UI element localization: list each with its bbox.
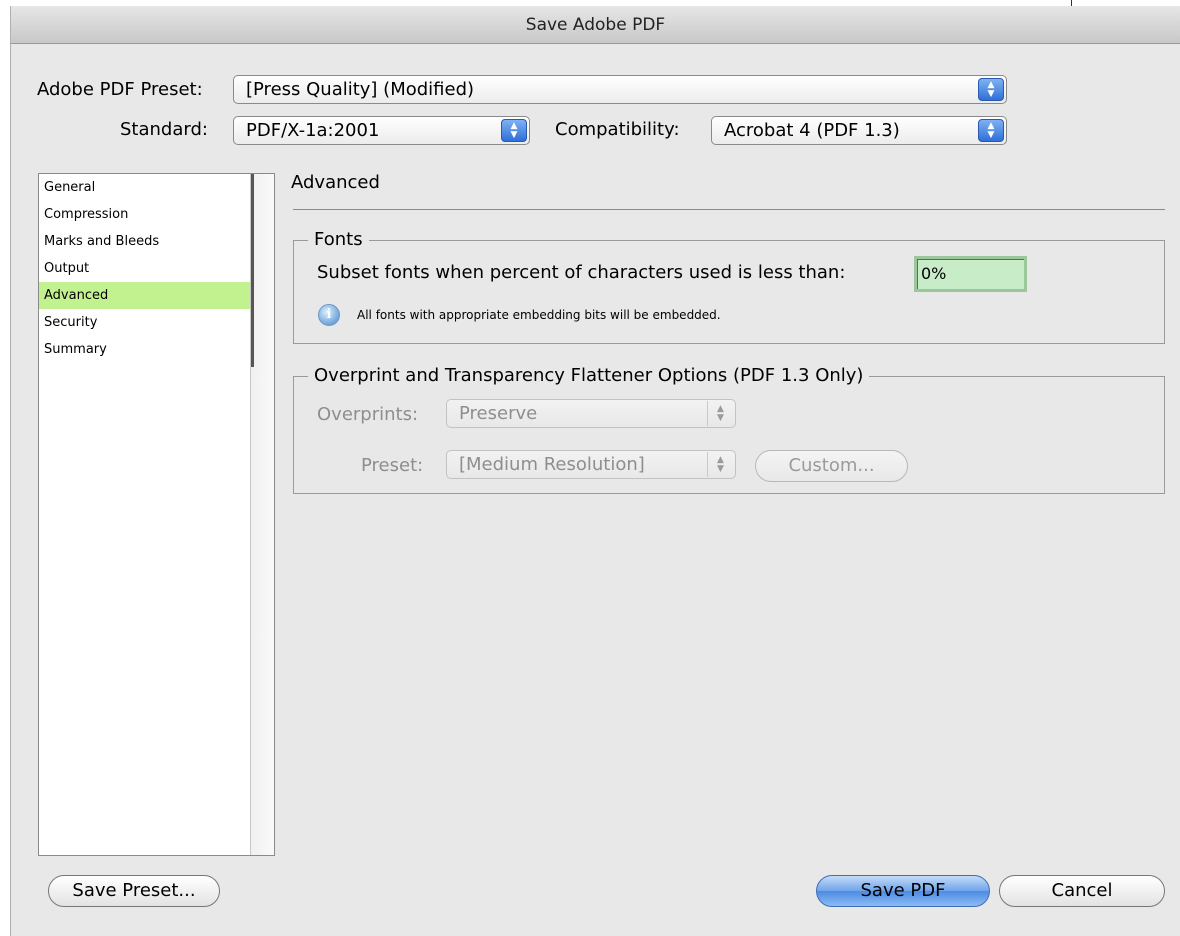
preset-label: Adobe PDF Preset: — [37, 79, 203, 100]
sidebar-item-output[interactable]: Output — [39, 255, 251, 282]
overprint-legend: Overprint and Transparency Flattener Opt… — [308, 365, 870, 386]
standard-popup[interactable]: PDF/X-1a:2001 ▲ ▼ — [233, 116, 530, 145]
sidebar-scroll-thumb[interactable] — [251, 174, 254, 367]
flattener-preset-popup[interactable]: [Medium Resolution] ▲ ▼ — [446, 450, 736, 479]
compatibility-popup[interactable]: Acrobat 4 (PDF 1.3) ▲ ▼ — [711, 116, 1007, 145]
compatibility-value: Acrobat 4 (PDF 1.3) — [724, 120, 900, 141]
fonts-group: Fonts — [293, 229, 1165, 344]
sidebar-scrollbar[interactable] — [250, 174, 274, 855]
overprints-label: Overprints: — [317, 404, 419, 425]
sidebar-item-security[interactable]: Security — [39, 309, 251, 336]
overprints-popup[interactable]: Preserve ▲ ▼ — [446, 399, 736, 428]
flattener-preset-label: Preset: — [361, 455, 424, 476]
custom-button[interactable]: Custom... — [755, 450, 908, 482]
section-divider — [293, 209, 1165, 210]
cancel-button[interactable]: Cancel — [999, 875, 1165, 907]
category-list: General Compression Marks and Bleeds Out… — [38, 173, 275, 856]
subset-fonts-input[interactable]: 0% — [914, 256, 1027, 292]
up-down-arrows-icon: ▲ ▼ — [501, 119, 527, 142]
standard-value: PDF/X-1a:2001 — [246, 120, 380, 141]
preset-popup[interactable]: [Press Quality] (Modified) ▲ ▼ — [233, 75, 1007, 104]
standard-label: Standard: — [120, 119, 208, 140]
sidebar-item-marks-and-bleeds[interactable]: Marks and Bleeds — [39, 228, 251, 255]
fonts-legend: Fonts — [308, 229, 369, 250]
title-bar[interactable]: Save Adobe PDF — [11, 6, 1180, 44]
save-pdf-dialog: Save Adobe PDF Adobe PDF Preset: [Press … — [10, 6, 1180, 936]
up-down-arrows-icon: ▲ ▼ — [978, 78, 1004, 101]
save-preset-button[interactable]: Save Preset... — [48, 875, 220, 907]
embedding-info-text: All fonts with appropriate embedding bit… — [357, 308, 721, 322]
window-title: Save Adobe PDF — [525, 14, 666, 35]
sidebar-item-general[interactable]: General — [39, 174, 251, 201]
info-icon: i — [318, 304, 340, 326]
up-down-arrows-icon: ▲ ▼ — [707, 452, 733, 477]
subset-fonts-label: Subset fonts when percent of characters … — [317, 262, 846, 283]
preset-value: [Press Quality] (Modified) — [246, 79, 475, 100]
subset-fonts-value: 0% — [921, 264, 947, 283]
section-title: Advanced — [291, 172, 380, 193]
up-down-arrows-icon: ▲ ▼ — [978, 119, 1004, 142]
sidebar-item-advanced[interactable]: Advanced — [39, 282, 251, 309]
overprints-value: Preserve — [459, 403, 538, 424]
compatibility-label: Compatibility: — [555, 119, 680, 140]
category-items: General Compression Marks and Bleeds Out… — [39, 174, 251, 855]
sidebar-item-summary[interactable]: Summary — [39, 336, 251, 363]
up-down-arrows-icon: ▲ ▼ — [707, 401, 733, 426]
sidebar-item-compression[interactable]: Compression — [39, 201, 251, 228]
flattener-preset-value: [Medium Resolution] — [459, 454, 645, 475]
save-pdf-button[interactable]: Save PDF — [816, 875, 990, 907]
